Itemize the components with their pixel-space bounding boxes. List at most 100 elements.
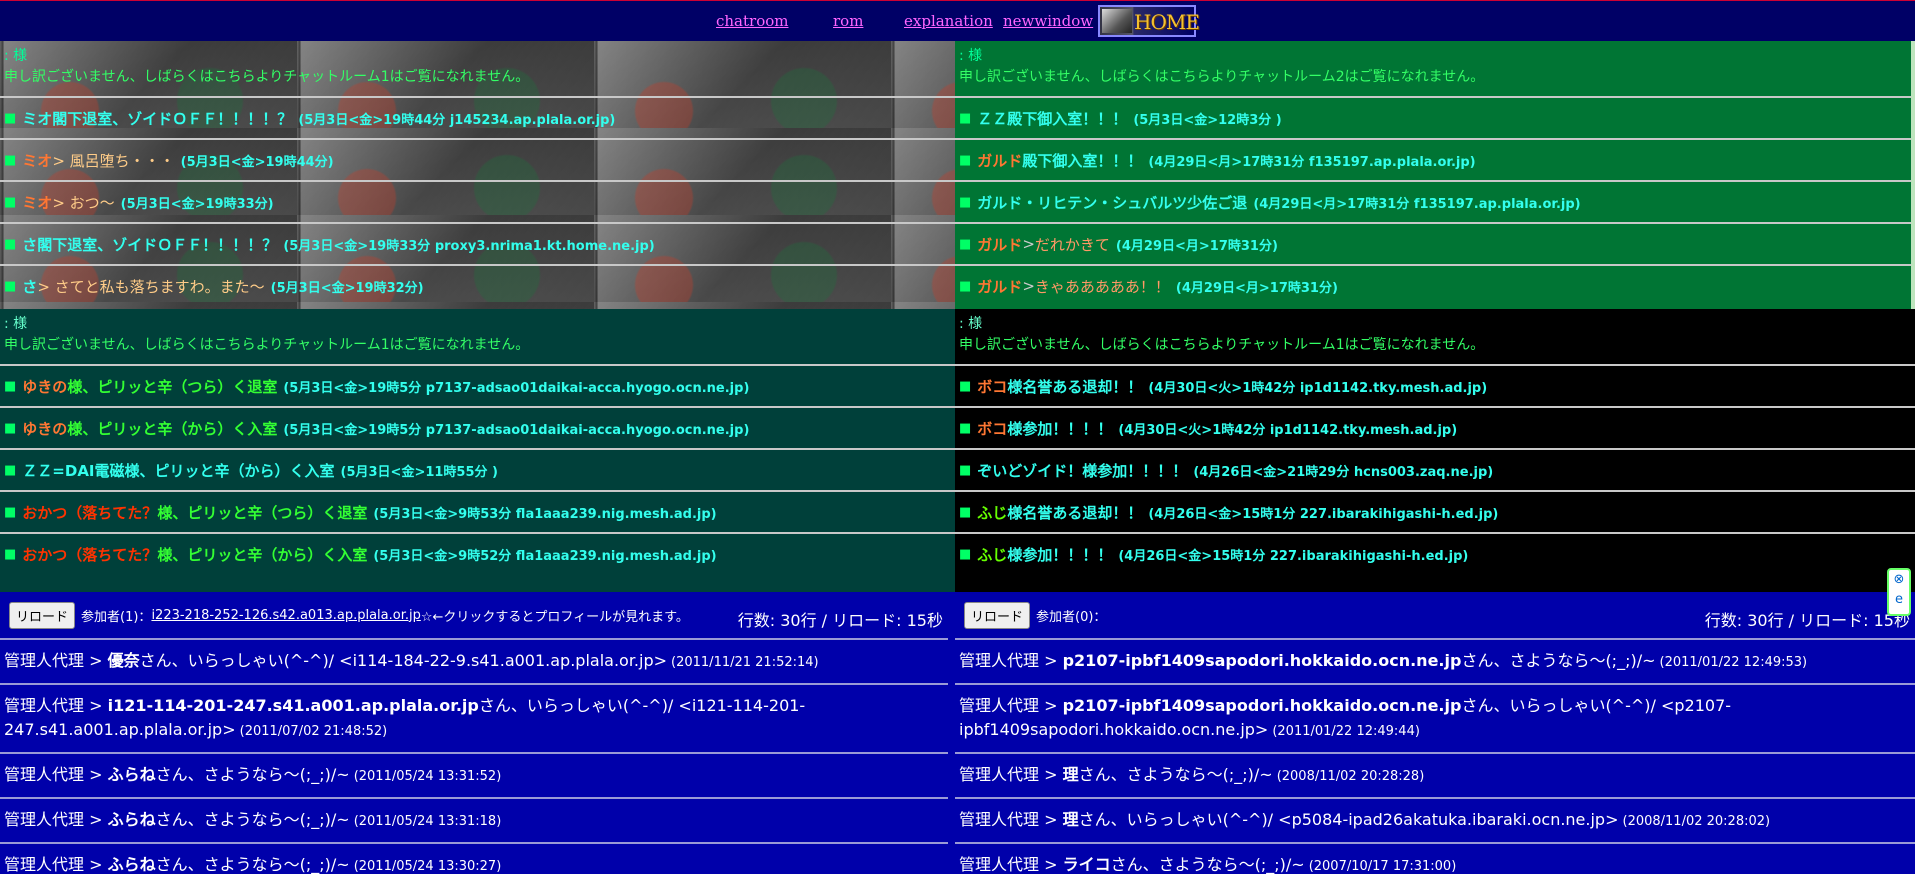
message-text: > [1022, 277, 1035, 295]
bullet-square-icon: ■ [4, 504, 17, 520]
bullet-square-icon: ■ [4, 378, 17, 394]
room-notice: 申し訳ございません、しばらくはこちらよりチャットルーム1はご覧になれません。 [4, 69, 530, 85]
room-header: : 様 [959, 48, 983, 64]
message-timestamp: (4月26日<金>15時1分 227.ibarakihigashi-h.ed.j… [1118, 548, 1469, 564]
log-entry: 管理人代理 > 理さん、いらっしゃい(^-^)/ <p5084-ipad26ak… [955, 797, 1915, 842]
log-message: さん、いらっしゃい(^-^)/ <p5084-ipad26akatuka.iba… [1078, 810, 1619, 829]
room-header: : 様 [959, 316, 983, 332]
bullet-square-icon: ■ [959, 278, 972, 294]
home-button[interactable]: HOME [1098, 5, 1200, 37]
log-timestamp: (2011/05/24 13:31:18) [353, 814, 502, 829]
bullet-square-icon: ■ [4, 420, 17, 436]
participant-link[interactable]: i223-218-252-126.s42.a013.ap.plala.or.jp [151, 608, 420, 623]
log-message: さん、さようなら～(;_;)/~ [155, 855, 350, 874]
room-message-row: ■ ミオ閣下退室、ゾイドＯＦＦ！！！！？ (5月3日<金>19時44分 j14523… [0, 96, 955, 138]
log-timestamp: (2011/07/02 21:48:52) [239, 724, 388, 739]
log-username: ふらね [107, 855, 156, 874]
message-timestamp: (4月26日<金>21時29分 hcns003.zaq.ne.jp) [1193, 464, 1494, 480]
room-message-row: ■ ボコ 様参加！！！！ (4月30日<火>1時42分 ip1d1142.tky.me… [955, 406, 1915, 448]
nav-link-newwindow[interactable]: newwindow [1003, 12, 1093, 30]
message-timestamp: (4月29日<月>17時31分) [1175, 280, 1338, 296]
log-entry: 管理人代理 > 優奈さん、いらっしゃい(^-^)/ <i114-184-22-9… [0, 638, 948, 683]
message-text: > 風呂堕ち・・・ [52, 151, 175, 170]
message-text: 様、ピリッと辛（から）く入室 [157, 545, 368, 564]
room-message-list: ■ ミオ閣下退室、ゾイドＯＦＦ！！！！？ (5月3日<金>19時44分 j14523… [0, 96, 955, 306]
message-text: ガルド [977, 235, 1023, 254]
room-message-row: ■ ゆきの 様、ピリッと辛（つら）く退室 (5月3日<金>19時5分 p7137-ad… [0, 364, 955, 406]
message-text: ボコ [977, 377, 1008, 396]
close-icon[interactable]: ⊗ [1889, 570, 1909, 590]
log-speaker: 管理人代理 > [959, 765, 1063, 784]
bullet-square-icon: ■ [959, 152, 972, 168]
message-text: 殿下御入室！！！ [1022, 151, 1143, 170]
message-timestamp: (5月3日<金>19時32分) [270, 280, 424, 296]
log-speaker: 管理人代理 > [4, 651, 108, 670]
reload-button[interactable]: リロード [9, 601, 76, 629]
log-timestamp: (2011/05/24 13:31:52) [353, 769, 502, 784]
message-text: ＺＺ殿下御入室！！！ [977, 109, 1128, 128]
nav-link-chatroom[interactable]: chatroom [716, 12, 789, 30]
log-timestamp: (2011/01/22 12:49:44) [1272, 724, 1420, 739]
message-text: ゆきの [22, 377, 68, 396]
e-icon[interactable]: e [1889, 590, 1909, 610]
message-timestamp: (5月3日<金>19時44分 j145234.ap.plala.or.jp) [298, 112, 616, 128]
room-message-list: ■ ボコ 様名誉ある退却！！ (4月30日<火>1時42分 ip1d1142.tky.… [955, 364, 1915, 574]
message-timestamp: (5月3日<金>9時52分 fla1aaa239.nig.mesh.ad.jp) [373, 548, 717, 564]
message-text: ミオ閣下退室、ゾイドＯＦＦ！！！！？ [22, 109, 293, 128]
bullet-square-icon: ■ [4, 236, 17, 252]
message-timestamp: (5月3日<金>19時44分) [180, 154, 334, 170]
message-timestamp: (4月29日<月>17時31分 f135197.ap.plala.or.jp) [1253, 196, 1581, 212]
message-text: ミオ [22, 193, 53, 212]
log-entry: 管理人代理 > 理さん、さようなら～(;_;)/~ (2008/11/02 20:… [955, 752, 1915, 797]
bullet-square-icon: ■ [4, 152, 17, 168]
log-message: さん、さようなら～(;_;)/~ [1110, 855, 1305, 874]
log-panel-right: リロード 参加者(0)： 行数: 30行 / リロード: 15秒 管理人代理 > p2… [955, 592, 1915, 874]
log-timestamp: (2007/10/17 17:31:00) [1308, 859, 1457, 874]
nav-link-rom[interactable]: rom [833, 12, 863, 30]
home-figure-icon [1102, 9, 1132, 33]
log-entry: 管理人代理 > p2107-ipbf1409sapodori.hokkaido.… [955, 683, 1915, 752]
message-text: おかつ（落ちてた？ [22, 503, 158, 522]
message-timestamp: (5月3日<金>9時53分 fla1aaa239.nig.mesh.ad.jp) [373, 506, 717, 522]
room-message-row: ■ ガルド > だれかきて (4月29日<月>17時31分) [955, 222, 1911, 264]
room-message-row: ■ ガルド 殿下御入室！！！ (4月29日<月>17時31分 f135197.ap.p… [955, 138, 1911, 180]
room-message-list: ■ ＺＺ殿下御入室！！！ (5月3日<金>12時3分 ) ■ ガルド 殿下御入室！！！ (4… [955, 96, 1911, 306]
bullet-square-icon: ■ [4, 278, 17, 294]
side-widget[interactable]: ⊗ e [1887, 568, 1911, 616]
log-entry: 管理人代理 > ふらねさん、さようなら～(;_;)/~ (2011/05/24 1… [0, 842, 948, 874]
nav-link-explanation[interactable]: explanation [904, 12, 993, 30]
room-message-row: ■ ボコ 様名誉ある退却！！ (4月30日<火>1時42分 ip1d1142.tky.… [955, 364, 1915, 406]
chat-room-panel-1: : 様申し訳ございません、しばらくはこちらよりチャットルーム1はご覧になれません… [0, 41, 955, 309]
log-entry: 管理人代理 > ふらねさん、さようなら～(;_;)/~ (2011/05/24 1… [0, 797, 948, 842]
message-timestamp: (5月3日<金>19時5分 p7137-adsao01daikai-acca.h… [283, 380, 750, 396]
participants-count: 参加者(1)： [81, 609, 152, 625]
chat-room-panel-3: : 様申し訳ございません、しばらくはこちらよりチャットルーム1はご覧になれません… [0, 309, 955, 592]
message-timestamp: (5月3日<金>11時55分 ) [340, 464, 498, 480]
reload-button[interactable]: リロード [964, 601, 1031, 629]
message-text: ＺＺ=DAI電磁様、ピリッと辛（から）く入室 [22, 461, 335, 480]
message-timestamp: (5月3日<金>19時5分 p7137-adsao01daikai-acca.h… [283, 422, 750, 438]
message-text: 様、ピリッと辛（つら）く退室 [67, 377, 278, 396]
log-timestamp: (2011/01/22 12:49:53) [1659, 655, 1808, 670]
room-message-row: ■ ふじ 様参加！！！！ (4月26日<金>15時1分 227.ibarakihiga… [955, 532, 1915, 574]
log-stats: 行数: 30行 / リロード: 15秒 [737, 611, 943, 630]
top-nav: chatroom rom explanation newwindow HOME [0, 0, 1915, 41]
chat-room-panel-4: : 様申し訳ございません、しばらくはこちらよりチャットルーム1はご覧になれません… [955, 309, 1915, 592]
log-username: 優奈 [107, 651, 140, 670]
room-message-row: ■ ふじ 様名誉ある退却！！ (4月26日<金>15時1分 227.ibarakihi… [955, 490, 1915, 532]
log-message: さん、いらっしゃい(^-^)/ <i114-184-22-9.s41.a001.… [139, 651, 668, 670]
message-timestamp: (5月3日<金>19時33分 proxy3.nrima1.kt.home.ne.… [283, 238, 655, 254]
bullet-square-icon: ■ [959, 236, 972, 252]
log-timestamp: (2011/11/21 21:52:14) [671, 655, 819, 670]
log-message: さん、さようなら～(;_;)/~ [1078, 765, 1273, 784]
log-entry: 管理人代理 > ふらねさん、さようなら～(;_;)/~ (2011/05/24 1… [0, 752, 948, 797]
page-root: chatroom rom explanation newwindow HOME … [0, 0, 1915, 874]
bullet-square-icon: ■ [959, 420, 972, 436]
log-entry: 管理人代理 > i121-114-201-247.s41.a001.ap.pla… [0, 683, 948, 752]
message-text: ガルド [977, 151, 1023, 170]
message-timestamp: (4月30日<火>1時42分 ip1d1142.tky.mesh.ad.jp) [1148, 380, 1488, 396]
message-text: ゆきの [22, 419, 68, 438]
bullet-square-icon: ■ [959, 504, 972, 520]
room-header: : 様 [4, 48, 28, 64]
room-notice: 申し訳ございません、しばらくはこちらよりチャットルーム2はご覧になれません。 [959, 69, 1485, 85]
